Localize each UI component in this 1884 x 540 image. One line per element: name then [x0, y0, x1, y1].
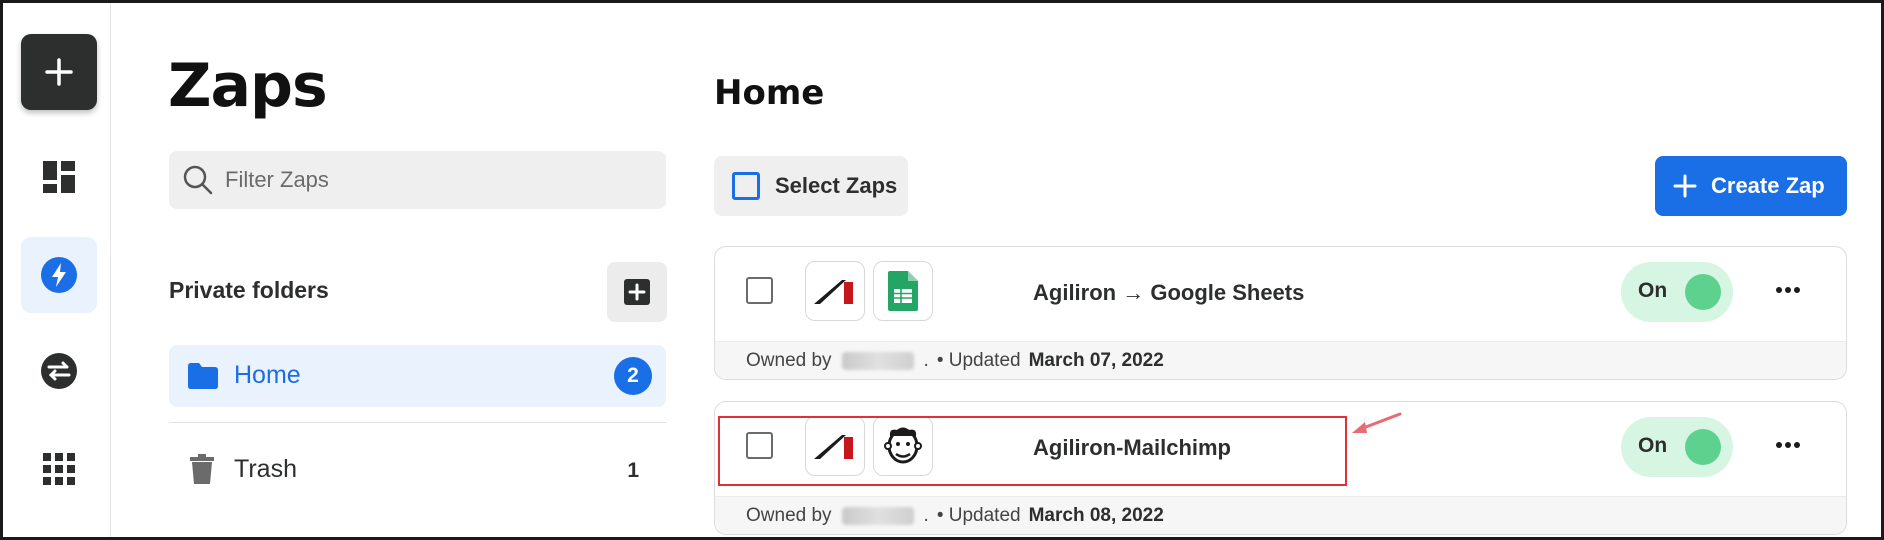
- trash-icon: [190, 454, 214, 484]
- zap-status-toggle[interactable]: On: [1621, 262, 1733, 322]
- dashboard-icon: [43, 161, 75, 193]
- folder-label: Home: [234, 361, 301, 389]
- filter-box[interactable]: [169, 151, 666, 209]
- divider: [169, 422, 666, 423]
- owner-name-redacted: [841, 506, 914, 525]
- add-folder-button[interactable]: [607, 262, 667, 322]
- updated-date: March 08, 2022: [1028, 504, 1164, 526]
- nav-zaps[interactable]: [21, 237, 97, 313]
- zap-row[interactable]: Agiliron → Google Sheets On Owned by . •…: [714, 246, 1847, 380]
- zap-meta: Owned by . • Updated March 07, 2022: [715, 341, 1846, 379]
- nav-dashboard[interactable]: [21, 139, 97, 215]
- annotation-arrow-icon: [1352, 412, 1402, 433]
- plus-square-icon: [624, 279, 650, 305]
- create-zap-button[interactable]: Create Zap: [1655, 156, 1847, 216]
- owner-suffix: .: [923, 504, 929, 526]
- toggle-knob: [1685, 274, 1721, 310]
- grid-icon: [43, 453, 75, 485]
- folder-label: Trash: [234, 455, 297, 483]
- owned-by-label: Owned by: [746, 349, 832, 371]
- private-folders-heading: Private folders: [169, 277, 329, 303]
- folder-icon: [188, 363, 218, 389]
- app-window: Zaps Private folders Home 2: [0, 0, 1884, 540]
- create-button[interactable]: [21, 34, 97, 110]
- folder-count: 1: [627, 459, 639, 482]
- folder-title: Home: [714, 73, 825, 113]
- transfer-icon: [41, 353, 77, 389]
- zap-meta: Owned by . • Updated March 08, 2022: [715, 496, 1846, 534]
- left-rail: [3, 3, 111, 537]
- lightning-icon: [41, 257, 77, 293]
- toggle-knob: [1685, 429, 1721, 465]
- ellipsis-icon: [1776, 442, 1800, 448]
- create-zap-label: Create Zap: [1711, 173, 1825, 198]
- select-checkbox-icon: [732, 172, 760, 200]
- ellipsis-icon: [1776, 287, 1800, 293]
- updated-label: • Updated: [936, 504, 1021, 526]
- more-options-button[interactable]: [1770, 275, 1806, 305]
- plus-icon: [1673, 174, 1697, 198]
- owner-suffix: .: [923, 349, 929, 371]
- toggle-label: On: [1638, 434, 1668, 457]
- zap-checkbox[interactable]: [746, 277, 773, 304]
- toggle-label: On: [1638, 279, 1668, 302]
- google-sheets-icon: [873, 261, 933, 321]
- agiliron-app-icon: [805, 261, 865, 321]
- annotation-highlight-box: [718, 416, 1347, 486]
- select-zaps-button[interactable]: Select Zaps: [714, 156, 908, 216]
- select-zaps-label: Select Zaps: [775, 173, 898, 198]
- nav-transfer[interactable]: [21, 333, 97, 409]
- owned-by-label: Owned by: [746, 504, 832, 526]
- folder-item-home[interactable]: Home 2: [169, 345, 666, 407]
- folder-count-badge: 2: [614, 357, 652, 395]
- owner-name-redacted: [841, 351, 914, 370]
- zap-name[interactable]: Agiliron → Google Sheets: [1033, 280, 1304, 306]
- nav-apps[interactable]: [21, 431, 97, 507]
- updated-label: • Updated: [936, 349, 1021, 371]
- plus-icon: [45, 58, 73, 86]
- search-icon: [183, 165, 213, 195]
- more-options-button[interactable]: [1770, 430, 1806, 460]
- updated-date: March 07, 2022: [1028, 349, 1164, 371]
- folder-item-trash[interactable]: Trash 1: [169, 439, 666, 501]
- zap-status-toggle[interactable]: On: [1621, 417, 1733, 477]
- page-title: Zaps: [168, 51, 328, 121]
- filter-input[interactable]: [225, 167, 645, 193]
